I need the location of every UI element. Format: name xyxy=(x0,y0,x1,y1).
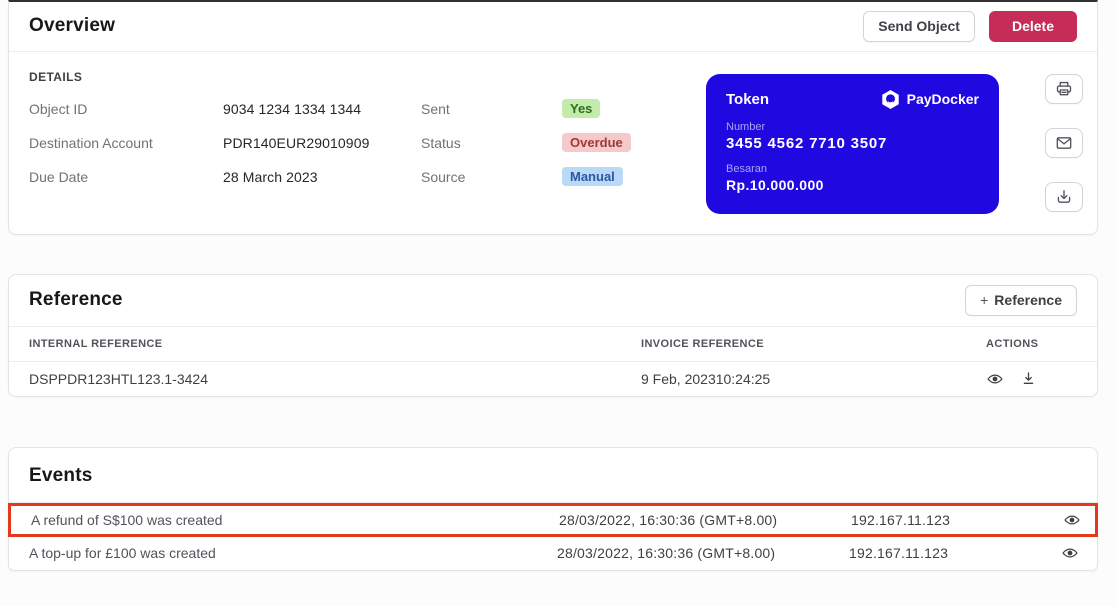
field-label-object-id: Object ID xyxy=(29,100,88,117)
overview-title: Overview xyxy=(29,15,116,37)
field-value-due-date: 28 March 2023 xyxy=(223,168,318,185)
event-timestamp: 28/03/2022, 16:30:36 (GMT+8.00) xyxy=(559,511,778,528)
print-button[interactable] xyxy=(1045,73,1083,104)
internal-reference-value: DSPPDR123HTL123.1-3424 xyxy=(29,370,208,387)
view-event-eye-icon[interactable] xyxy=(1063,511,1081,529)
reference-header: Reference + Reference xyxy=(9,275,1097,327)
paydocker-logo-icon xyxy=(880,89,901,110)
send-object-button[interactable]: Send Object xyxy=(863,11,975,42)
reference-card: Reference + Reference INTERNAL REFERENCE … xyxy=(8,273,1098,397)
status-label-sent: Sent xyxy=(421,100,450,117)
status-badge-status-wrap: Overdue xyxy=(562,133,706,153)
events-card: Events A refund of S$100 was created 28/… xyxy=(8,446,1098,571)
token-number-label: Number xyxy=(726,120,766,133)
event-ip-address: 192.167.11.123 xyxy=(851,511,951,528)
overview-side-icons xyxy=(1045,73,1083,212)
view-reference-eye-icon[interactable] xyxy=(986,370,1004,388)
download-icon xyxy=(1054,187,1074,207)
details-heading: DETAILS xyxy=(29,69,83,84)
event-ip-address: 192.167.11.123 xyxy=(849,545,949,562)
reference-table-header: INTERNAL REFERENCE INVOICE REFERENCE ACT… xyxy=(9,327,1097,362)
view-event-eye-icon[interactable] xyxy=(1061,544,1079,562)
overview-body: DETAILS Object ID 9034 1234 1334 1344 Se… xyxy=(9,52,1097,234)
reference-row-actions xyxy=(986,370,1077,388)
event-message: A top-up for £100 was created xyxy=(29,545,216,562)
email-button[interactable] xyxy=(1045,127,1083,158)
column-internal-reference: INTERNAL REFERENCE xyxy=(29,337,163,350)
event-row-refund[interactable]: A refund of S$100 was created 28/03/2022… xyxy=(8,502,1098,537)
reference-table-row: DSPPDR123HTL123.1-3424 9 Feb, 202310:24:… xyxy=(9,362,1097,396)
token-card-title: Token xyxy=(726,90,770,108)
field-value-destination-account: PDR140EUR29010909 xyxy=(223,134,370,151)
event-row-topup[interactable]: A top-up for £100 was created 28/03/2022… xyxy=(9,537,1097,570)
download-button[interactable] xyxy=(1045,181,1083,212)
status-badge-source-wrap: Manual xyxy=(562,167,706,187)
add-reference-button[interactable]: + Reference xyxy=(965,284,1077,316)
details-grid: Object ID 9034 1234 1334 1344 Sent Yes D… xyxy=(29,92,706,194)
status-badge-overdue: Overdue xyxy=(562,133,631,153)
status-label-status: Status xyxy=(421,134,461,151)
reference-title: Reference xyxy=(29,289,123,311)
overview-header: Overview Send Object Delete xyxy=(9,2,1097,52)
field-label-destination-account: Destination Account xyxy=(29,134,153,151)
token-amount-label: Besaran xyxy=(726,162,767,175)
field-label-due-date: Due Date xyxy=(29,168,89,185)
paydocker-brand: PayDocker xyxy=(880,89,979,110)
token-card-top: Token PayDocker xyxy=(726,89,979,110)
details-block: DETAILS Object ID 9034 1234 1334 1344 Se… xyxy=(29,66,706,194)
overview-header-actions: Send Object Delete xyxy=(863,11,1077,42)
token-card: Token PayDocker Number 3455 4562 7710 35… xyxy=(706,73,999,214)
delete-button[interactable]: Delete xyxy=(988,11,1077,42)
plus-icon: + xyxy=(980,291,989,308)
column-actions: ACTIONS xyxy=(986,337,1039,350)
event-message: A refund of S$100 was created xyxy=(31,511,223,528)
field-value-object-id: 9034 1234 1334 1344 xyxy=(223,100,362,117)
status-badge-manual: Manual xyxy=(562,167,623,187)
invoice-reference-value: 9 Feb, 202310:24:25 xyxy=(641,370,771,387)
paydocker-brand-label: PayDocker xyxy=(906,91,979,108)
status-badge-sent-wrap: Yes xyxy=(562,99,706,119)
download-reference-icon[interactable] xyxy=(1020,370,1037,387)
token-amount-value: Rp.10.000.000 xyxy=(726,176,824,193)
token-number-value: 3455 4562 7710 3507 xyxy=(726,134,888,152)
mail-icon xyxy=(1054,133,1074,153)
overview-card: Overview Send Object Delete DETAILS Obje… xyxy=(8,0,1098,235)
status-badge-sent: Yes xyxy=(562,99,601,119)
events-header: Events xyxy=(9,448,1097,503)
printer-icon xyxy=(1054,79,1074,99)
event-timestamp: 28/03/2022, 16:30:36 (GMT+8.00) xyxy=(557,545,776,562)
events-title: Events xyxy=(29,464,93,486)
column-invoice-reference: INVOICE REFERENCE xyxy=(641,337,764,350)
add-reference-label: Reference xyxy=(994,291,1062,308)
status-label-source: Source xyxy=(421,168,466,185)
